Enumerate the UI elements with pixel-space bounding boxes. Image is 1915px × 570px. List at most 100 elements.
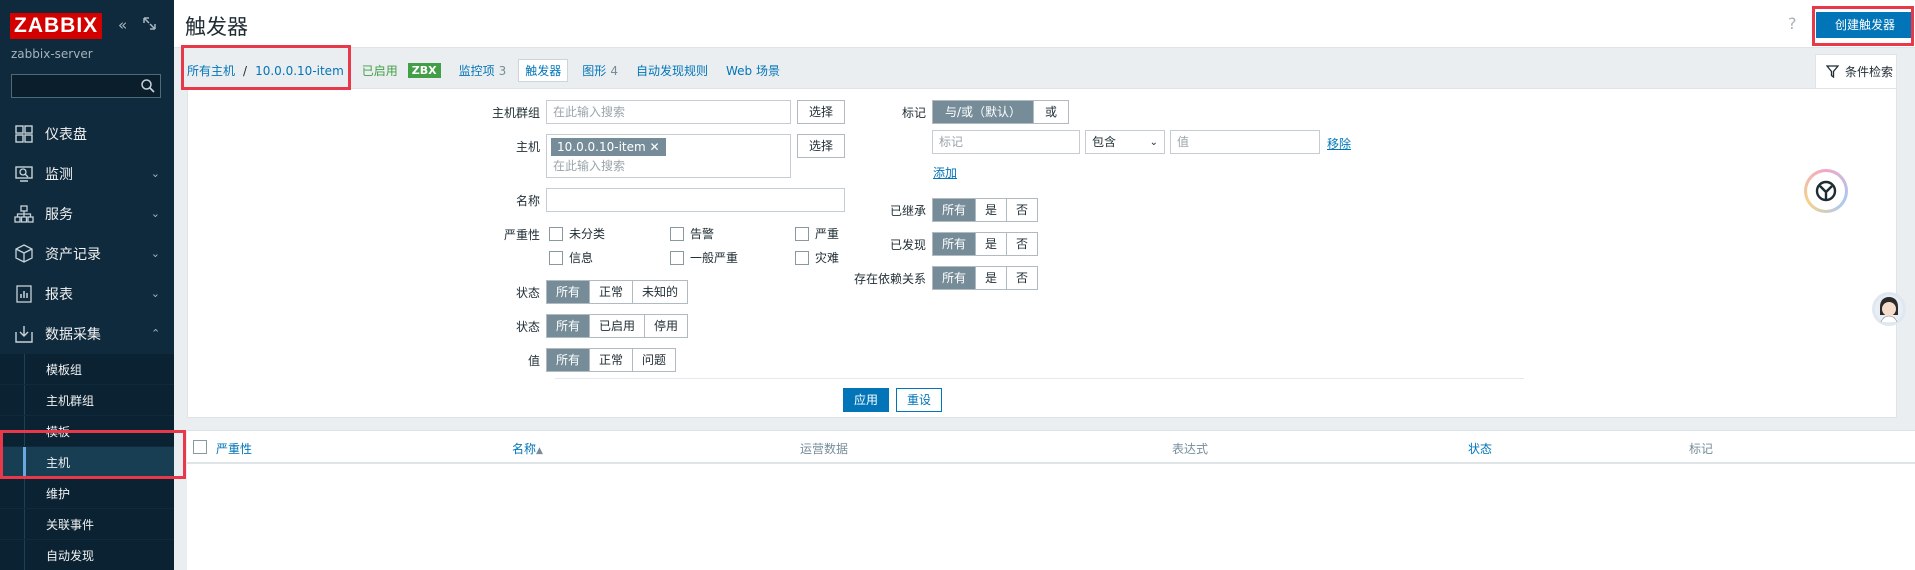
tab-graphs-label: 图形 [582,64,607,78]
assistant-icon[interactable] [1804,169,1848,213]
value-option-all[interactable]: 所有 [547,349,591,371]
severity-not-classified[interactable]: 未分类 [549,225,605,242]
sidebar-search-input[interactable] [11,74,161,98]
chevron-up-icon: ⌄ [150,326,160,339]
breadcrumb-all-hosts[interactable]: 所有主机 [187,62,235,79]
column-name[interactable]: 名称▲ [512,440,543,457]
tag-remove-link[interactable]: 移除 [1327,135,1351,152]
help-icon[interactable]: ? [1788,14,1797,33]
submenu-item-templates[interactable]: 模板 [0,416,174,447]
kiosk-mode-icon[interactable] [142,16,157,35]
discovered-option-yes[interactable]: 是 [976,233,1008,255]
host-select-button[interactable]: 选择 [797,134,845,158]
host-label: 主机 [515,140,540,154]
host-groups-input[interactable]: 在此输入搜索 [546,100,791,124]
menu-label: 监测 [45,167,73,183]
menu-services[interactable]: 服务 ⌄ [0,194,174,234]
create-trigger-button[interactable]: 创建触发器 [1816,12,1914,38]
checkbox[interactable] [670,226,684,241]
value-option-problem[interactable]: 问题 [633,349,676,371]
apply-button[interactable]: 应用 [843,388,889,412]
tags-mode-and-or[interactable]: 与/或（默认） [933,101,1035,123]
menu-monitoring[interactable]: 监测 ⌄ [0,154,174,194]
submenu-item-discovery[interactable]: 自动发现 [0,540,174,570]
tags-mode-or[interactable]: 或 [1034,101,1069,123]
menu-reports[interactable]: 报表 ⌄ [0,274,174,314]
checkbox[interactable] [549,226,563,241]
checkbox[interactable] [549,250,563,265]
tab-items-label: 监控项 [458,64,495,78]
submenu-item-template-groups[interactable]: 模板组 [0,354,174,385]
submenu-item-maintenance[interactable]: 维护 [0,478,174,509]
severity-information[interactable]: 信息 [549,249,593,266]
dependencies-option-no[interactable]: 否 [1007,267,1038,289]
inherited-option-no[interactable]: 否 [1007,199,1038,221]
state-option-all[interactable]: 所有 [547,281,591,303]
tag-operator-select[interactable]: 包含 ⌄ [1085,130,1165,154]
severity-warning[interactable]: 告警 [670,225,714,242]
avatar[interactable] [1872,292,1906,326]
reset-button[interactable]: 重设 [896,388,942,412]
tab-items[interactable]: 监控项 3 [459,62,507,79]
zabbix-logo[interactable]: ZABBIX [10,13,103,39]
tab-web-scenarios[interactable]: Web 场景 [726,62,780,79]
column-expression: 表达式 [1172,442,1209,456]
remove-chip-icon[interactable]: ✕ [650,140,660,154]
chevron-down-icon: ⌄ [150,167,160,180]
inventory-icon [13,243,35,265]
severity-average[interactable]: 一般严重 [670,249,738,266]
reports-icon [13,283,35,305]
server-name: zabbix-server [11,47,93,61]
tag-value-input[interactable]: 值 [1170,130,1320,154]
submenu-item-host-groups[interactable]: 主机群组 [0,385,174,416]
state-segmented: 所有 正常 未知的 [546,280,689,304]
name-label: 名称 [515,194,540,208]
discovered-option-all[interactable]: 所有 [933,233,977,255]
collapse-sidebar-icon[interactable]: « [118,16,127,34]
breadcrumb-host[interactable]: 10.0.0.10-item [255,64,344,78]
submenu-item-hosts[interactable]: 主机 [0,447,174,478]
value-label: 值 [527,354,540,368]
name-input[interactable] [546,188,845,212]
checkbox[interactable] [670,250,684,265]
tag-add-link[interactable]: 添加 [933,164,957,181]
column-operational-data: 运营数据 [800,442,849,456]
value-option-ok[interactable]: 正常 [590,349,634,371]
chevron-down-icon: ⌄ [150,207,160,220]
search-icon[interactable] [140,78,156,97]
host-navigation-bar: 所有主机 / 10.0.0.10-item 已启用 ZBX 监控项 3 触发器 图… [174,48,1915,86]
menu-data-collection[interactable]: 数据采集 ⌄ [0,314,174,354]
tab-triggers[interactable]: 触发器 [518,59,569,82]
column-status[interactable]: 状态 [1468,440,1492,457]
dependencies-option-yes[interactable]: 是 [976,267,1008,289]
filter-tab[interactable]: 条件检索 [1815,54,1897,88]
discovered-option-no[interactable]: 否 [1007,233,1038,255]
tab-graphs[interactable]: 图形 4 [582,62,618,79]
column-severity[interactable]: 严重性 [216,440,252,457]
inherited-option-all[interactable]: 所有 [933,199,977,221]
state-option-normal[interactable]: 正常 [590,281,634,303]
state-option-unknown[interactable]: 未知的 [633,281,688,303]
page-title: 触发器 [185,15,248,39]
inherited-option-yes[interactable]: 是 [976,199,1008,221]
host-multiselect[interactable]: 10.0.0.10-item ✕ 在此输入搜索 [546,134,791,178]
table-header: 严重性 名称▲ 运营数据 表达式 状态 标记 [187,431,1915,464]
menu-inventory[interactable]: 资产记录 ⌄ [0,234,174,274]
host-search-placeholder: 在此输入搜索 [553,159,626,173]
tab-discovery-rules[interactable]: 自动发现规则 [636,62,708,79]
menu-label: 报表 [45,287,73,303]
filter-panel: 主机群组 在此输入搜索 选择 主机 10.0.0.10-item ✕ 在此输入搜… [187,88,1897,418]
menu-label: 仪表盘 [45,127,87,143]
severity-option-label: 未分类 [569,227,606,241]
tag-name-input[interactable]: 标记 [932,130,1080,154]
host-groups-label: 主机群组 [491,106,540,120]
dependencies-option-all[interactable]: 所有 [933,267,977,289]
host-status-enabled[interactable]: 已启用 [362,62,398,79]
menu-dashboard[interactable]: 仪表盘 [0,114,174,154]
status-option-enabled[interactable]: 已启用 [590,315,646,337]
status-option-all[interactable]: 所有 [547,315,591,337]
value-segmented: 所有 正常 问题 [546,348,677,372]
submenu-item-event-correlation[interactable]: 关联事件 [0,509,174,540]
status-option-disabled[interactable]: 停用 [645,315,688,337]
select-all-checkbox[interactable] [193,440,207,454]
